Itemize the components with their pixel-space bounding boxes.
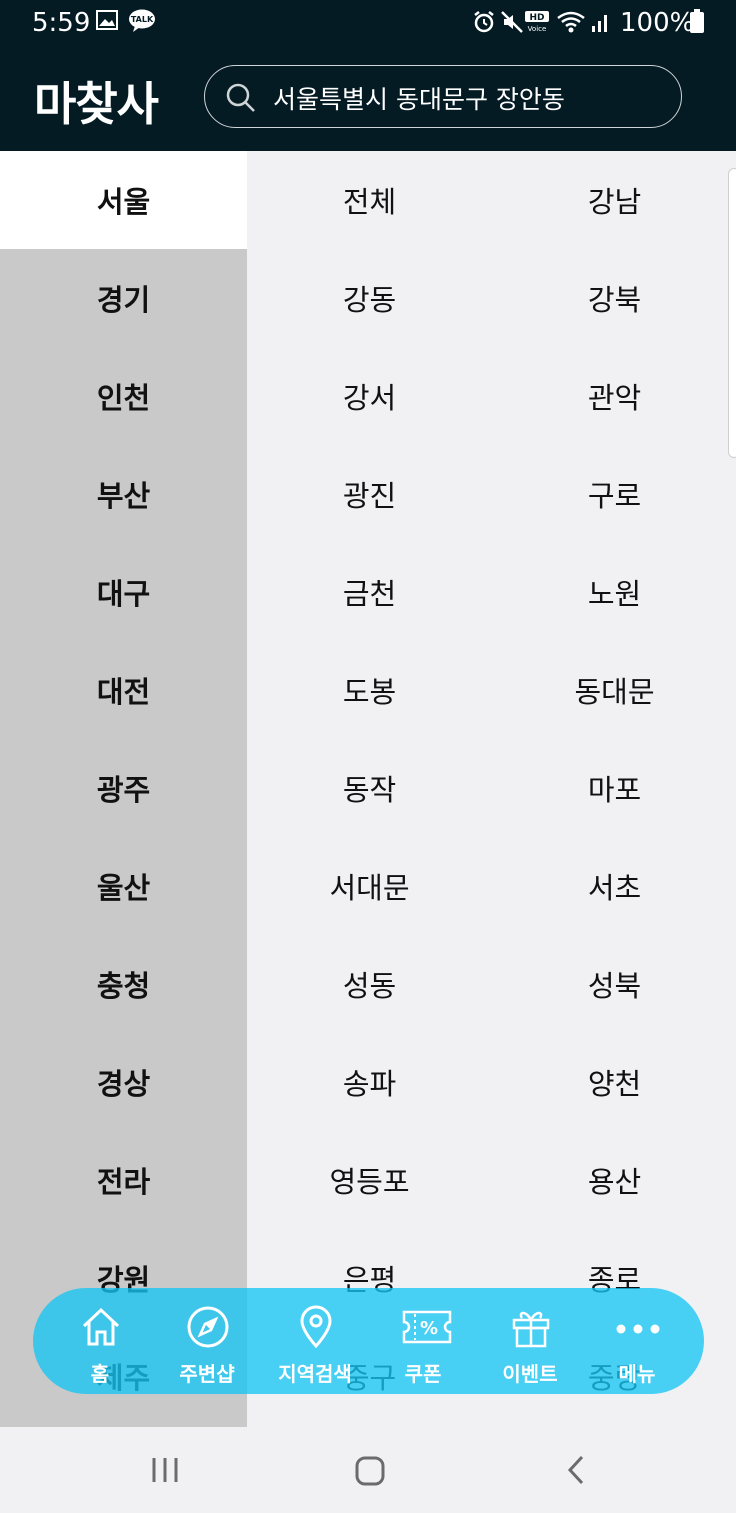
district-item[interactable]: 관악: [492, 347, 736, 445]
district-item[interactable]: 노원: [492, 543, 736, 641]
region-item[interactable]: 광주: [0, 739, 247, 837]
district-item[interactable]: 영등포: [247, 1131, 492, 1229]
app-logo[interactable]: 마찾사: [34, 68, 159, 134]
search-icon[interactable]: [225, 82, 257, 118]
svg-text:%: %: [420, 1318, 438, 1339]
region-item[interactable]: 서울: [0, 151, 247, 249]
district-item[interactable]: 동대문: [492, 641, 736, 739]
nav-home-label: 홈: [90, 1362, 110, 1386]
home-button-icon[interactable]: [354, 1455, 386, 1491]
nav-coupon[interactable]: % 쿠폰: [368, 1288, 478, 1394]
district-item[interactable]: 광진: [247, 445, 492, 543]
back-icon[interactable]: [562, 1455, 592, 1489]
district-item[interactable]: 양천: [492, 1033, 736, 1131]
coupon-icon: %: [401, 1304, 452, 1350]
status-time: 5:59: [32, 8, 91, 38]
region-item[interactable]: 부산: [0, 445, 247, 543]
nav-home[interactable]: 홈: [45, 1288, 155, 1394]
gallery-icon: [96, 10, 118, 34]
more-icon: [615, 1304, 661, 1350]
region-item[interactable]: 인천: [0, 347, 247, 445]
district-item[interactable]: 강동: [247, 249, 492, 347]
district-item[interactable]: 성북: [492, 935, 736, 1033]
district-item[interactable]: 성동: [247, 935, 492, 1033]
gift-icon: [508, 1304, 554, 1350]
district-item[interactable]: 강남: [492, 151, 736, 249]
district-item[interactable]: 서대문: [247, 837, 492, 935]
status-bar: 5:59 TALK HD Voice 100%: [0, 0, 736, 48]
region-item[interactable]: 울산: [0, 837, 247, 935]
mute-icon: [500, 10, 524, 38]
svg-text:Voice: Voice: [528, 25, 547, 33]
district-item[interactable]: 마포: [492, 739, 736, 837]
recent-apps-icon[interactable]: [150, 1455, 180, 1489]
side-panel-handle[interactable]: [728, 168, 736, 458]
compass-icon: [185, 1304, 231, 1350]
district-item[interactable]: 구로: [492, 445, 736, 543]
nav-coupon-label: 쿠폰: [404, 1362, 442, 1386]
district-item[interactable]: 송파: [247, 1033, 492, 1131]
region-item[interactable]: 경상: [0, 1033, 247, 1131]
alarm-icon: [472, 10, 496, 38]
search-input[interactable]: 서울특별시 동대문구 장안동: [273, 80, 565, 116]
battery-percent: 100%: [620, 8, 695, 38]
home-icon: [78, 1304, 124, 1350]
system-nav-bar: [0, 1427, 736, 1513]
nav-nearby[interactable]: 주변샵: [152, 1288, 262, 1394]
hd-voice-icon: HD Voice: [524, 11, 550, 37]
search-bar[interactable]: 서울특별시 동대문구 장안동: [204, 65, 682, 128]
nav-event-label: 이벤트: [502, 1362, 558, 1386]
region-item[interactable]: 대전: [0, 641, 247, 739]
nav-nearby-label: 주변샵: [179, 1362, 235, 1386]
region-item[interactable]: 충청: [0, 935, 247, 1033]
region-item[interactable]: 전라: [0, 1131, 247, 1229]
svg-text:TALK: TALK: [131, 15, 154, 24]
region-list: 서울 경기 인천 부산 대구 대전 광주 울산 충청 경상 전라 강원 제주: [0, 151, 247, 1427]
region-item[interactable]: 대구: [0, 543, 247, 641]
svg-text:HD: HD: [529, 13, 544, 23]
district-item[interactable]: 금천: [247, 543, 492, 641]
battery-icon: [690, 9, 704, 37]
bottom-nav: 홈 주변샵 지역검색 % 쿠폰 이벤트 메뉴: [33, 1288, 704, 1394]
nav-menu[interactable]: 메뉴: [582, 1288, 692, 1394]
nav-event[interactable]: 이벤트: [475, 1288, 585, 1394]
nav-region-search-label: 지역검색: [278, 1362, 352, 1386]
wifi-icon: [556, 10, 586, 38]
location-pin-icon: [293, 1304, 339, 1350]
district-item[interactable]: 도봉: [247, 641, 492, 739]
region-item[interactable]: 경기: [0, 249, 247, 347]
district-item[interactable]: 용산: [492, 1131, 736, 1229]
nav-region-search[interactable]: 지역검색: [260, 1288, 370, 1394]
district-item[interactable]: 동작: [247, 739, 492, 837]
district-item[interactable]: 강서: [247, 347, 492, 445]
district-item[interactable]: 서초: [492, 837, 736, 935]
app-header: 마찾사 서울특별시 동대문구 장안동: [0, 48, 736, 151]
nav-menu-label: 메뉴: [618, 1362, 656, 1386]
district-item[interactable]: 강북: [492, 249, 736, 347]
district-item[interactable]: 전체: [247, 151, 492, 249]
kakaotalk-icon: TALK: [128, 9, 156, 37]
signal-icon: [590, 10, 612, 38]
